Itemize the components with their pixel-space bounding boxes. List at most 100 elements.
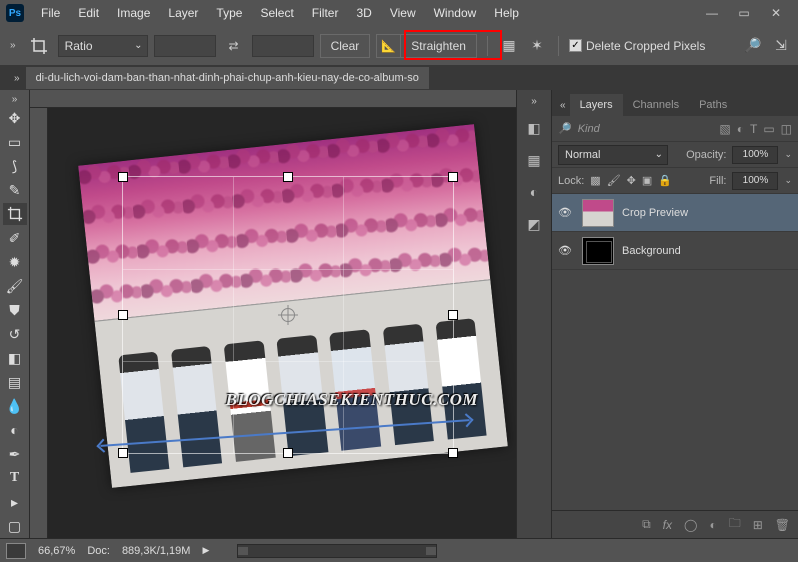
menu-3d[interactable]: 3D [347,2,380,24]
ruler-horizontal[interactable] [30,90,516,108]
crop-handle-se[interactable] [448,448,458,458]
rectangle-tool[interactable]: ▢ [3,515,27,537]
opacity-input[interactable]: 100% [732,146,778,164]
tab-paths[interactable]: Paths [689,94,737,116]
menu-filter[interactable]: Filter [303,2,348,24]
crop-handle-sw[interactable] [118,448,128,458]
path-select-tool[interactable]: ▸ [3,491,27,513]
group-icon[interactable]: 🗀 [729,514,741,535]
blend-mode-select[interactable]: Normal [558,145,668,165]
layer-crop-preview[interactable]: 👁 Crop Preview [552,194,798,232]
delete-cropped-checkbox[interactable]: ✓ [569,39,582,52]
doc-info-value[interactable]: 889,3K/1,19M [122,545,191,557]
doc-info-arrow-icon[interactable]: ▶ [202,545,209,556]
filter-type-icon[interactable]: T [750,122,757,136]
lock-transparent-icon[interactable]: ▩ [590,174,600,187]
zoom-level[interactable]: 66,67% [38,545,75,557]
marquee-tool[interactable]: ▭ [3,131,27,153]
quick-select-tool[interactable]: ✎ [3,179,27,201]
new-layer-icon[interactable]: ⊞ [753,518,763,532]
foreground-background-swatch[interactable] [6,543,26,559]
panel-collapse-arrow[interactable]: « [556,95,570,116]
crop-handle-ne[interactable] [448,172,458,182]
straighten-button[interactable]: Straighten [401,39,476,53]
lock-image-icon[interactable]: 🖌 [607,174,621,187]
clear-button[interactable]: Clear [320,34,371,58]
menu-window[interactable]: Window [425,2,486,24]
adjustments-panel-icon[interactable]: ◐ [523,181,545,203]
close-button[interactable]: ✕ [760,3,792,23]
brush-tool[interactable]: 🖌 [3,275,27,297]
color-panel-icon[interactable]: ◧ [523,117,545,139]
crop-handle-s[interactable] [283,448,293,458]
menu-image[interactable]: Image [108,2,159,24]
delete-layer-icon[interactable]: 🗑 [775,518,790,532]
crop-handle-e[interactable] [448,310,458,320]
crop-handle-w[interactable] [118,310,128,320]
menu-select[interactable]: Select [251,2,302,24]
layer-background[interactable]: 👁 Background [552,232,798,270]
dodge-tool[interactable]: ◐ [3,419,27,441]
tab-scroll-arrow[interactable]: » [8,73,26,84]
lock-artboard-icon[interactable]: ▣ [642,174,652,187]
crop-handle-n[interactable] [283,172,293,182]
type-tool[interactable]: T [3,467,27,489]
maximize-button[interactable]: ▭ [728,3,760,23]
layer-thumbnail[interactable] [582,199,614,227]
crop-width-input[interactable] [154,35,216,57]
menu-type[interactable]: Type [207,2,251,24]
swap-dimensions-button[interactable]: ⇄ [222,35,246,57]
crop-settings-button[interactable]: ✶ [526,35,548,57]
link-layers-icon[interactable]: ⧉ [642,517,651,532]
healing-brush-tool[interactable]: ✹ [3,251,27,273]
filter-shape-icon[interactable]: ▭ [763,122,774,136]
crop-bounding-box[interactable] [122,176,454,454]
lock-all-icon[interactable]: 🔒 [658,174,672,187]
move-tool[interactable]: ✥ [3,107,27,129]
crop-ratio-select[interactable]: Ratio [58,35,148,57]
opacity-dropdown-icon[interactable]: ⌄ [784,149,792,160]
filter-pixel-icon[interactable]: ▧ [719,122,730,136]
expand-workspace-arrow[interactable]: » [6,40,20,51]
tab-layers[interactable]: Layers [570,94,623,116]
share-icon[interactable]: ⇲ [770,35,792,57]
crop-height-input[interactable] [252,35,314,57]
filter-adjust-icon[interactable]: ◐ [737,122,744,136]
grid-overlay-button[interactable]: ▦ [498,35,520,57]
crop-tool-icon[interactable] [26,33,52,59]
filter-kind-select[interactable]: Kind [578,123,626,135]
search-icon[interactable]: 🔎 [742,35,764,57]
tab-channels[interactable]: Channels [623,94,689,116]
layer-fx-icon[interactable]: fx [663,518,672,532]
blur-tool[interactable]: 💧 [3,395,27,417]
crop-handle-nw[interactable] [118,172,128,182]
document-tab[interactable]: di-du-lich-voi-dam-ban-than-nhat-dinh-ph… [26,67,429,89]
lasso-tool[interactable]: ⟆ [3,155,27,177]
layer-visibility-icon[interactable]: 👁 [558,206,574,219]
swatches-panel-icon[interactable]: ▦ [523,149,545,171]
lock-position-icon[interactable]: ✥ [627,174,636,187]
menu-file[interactable]: File [32,2,69,24]
menu-edit[interactable]: Edit [69,2,108,24]
ruler-vertical[interactable] [30,108,48,538]
layer-mask-icon[interactable]: ◯ [684,518,697,532]
fill-dropdown-icon[interactable]: ⌄ [784,175,792,186]
toolbar-expand-arrow[interactable]: » [8,94,22,105]
layer-visibility-icon[interactable]: 👁 [558,244,574,257]
adjustment-layer-icon[interactable]: ◐ [709,518,716,532]
layer-name[interactable]: Crop Preview [622,207,688,219]
layer-name[interactable]: Background [622,245,681,257]
gradient-tool[interactable]: ▤ [3,371,27,393]
menu-view[interactable]: View [381,2,425,24]
eyedropper-tool[interactable]: ✐ [3,227,27,249]
filter-smart-icon[interactable]: ◫ [781,122,792,136]
crop-tool[interactable] [3,203,27,225]
layer-thumbnail[interactable] [582,237,614,265]
horizontal-scrollbar[interactable] [237,544,437,558]
styles-panel-icon[interactable]: ◩ [523,213,545,235]
eraser-tool[interactable]: ◧ [3,347,27,369]
fill-input[interactable]: 100% [732,172,778,190]
menu-layer[interactable]: Layer [159,2,207,24]
minimize-button[interactable]: — [696,3,728,23]
canvas[interactable]: BLOGCHIASEKIENTHUC.COM [30,90,516,538]
